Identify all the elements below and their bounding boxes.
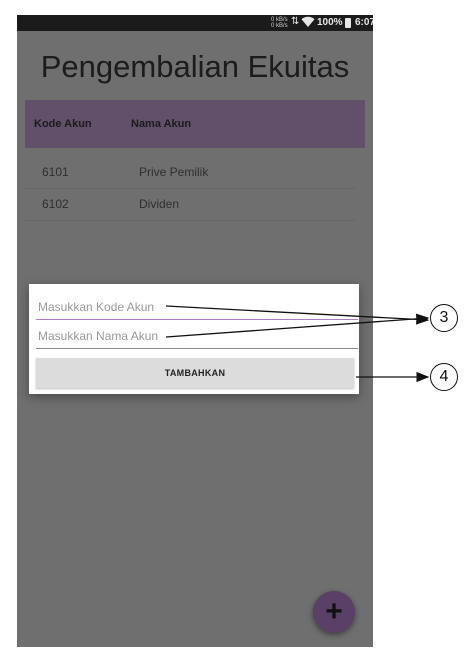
annotation-arrows [165,305,430,383]
arrow-line [165,313,430,338]
arrow-line [165,305,430,325]
callout-4: 4 [430,363,458,391]
callout-3: 3 [430,304,458,332]
